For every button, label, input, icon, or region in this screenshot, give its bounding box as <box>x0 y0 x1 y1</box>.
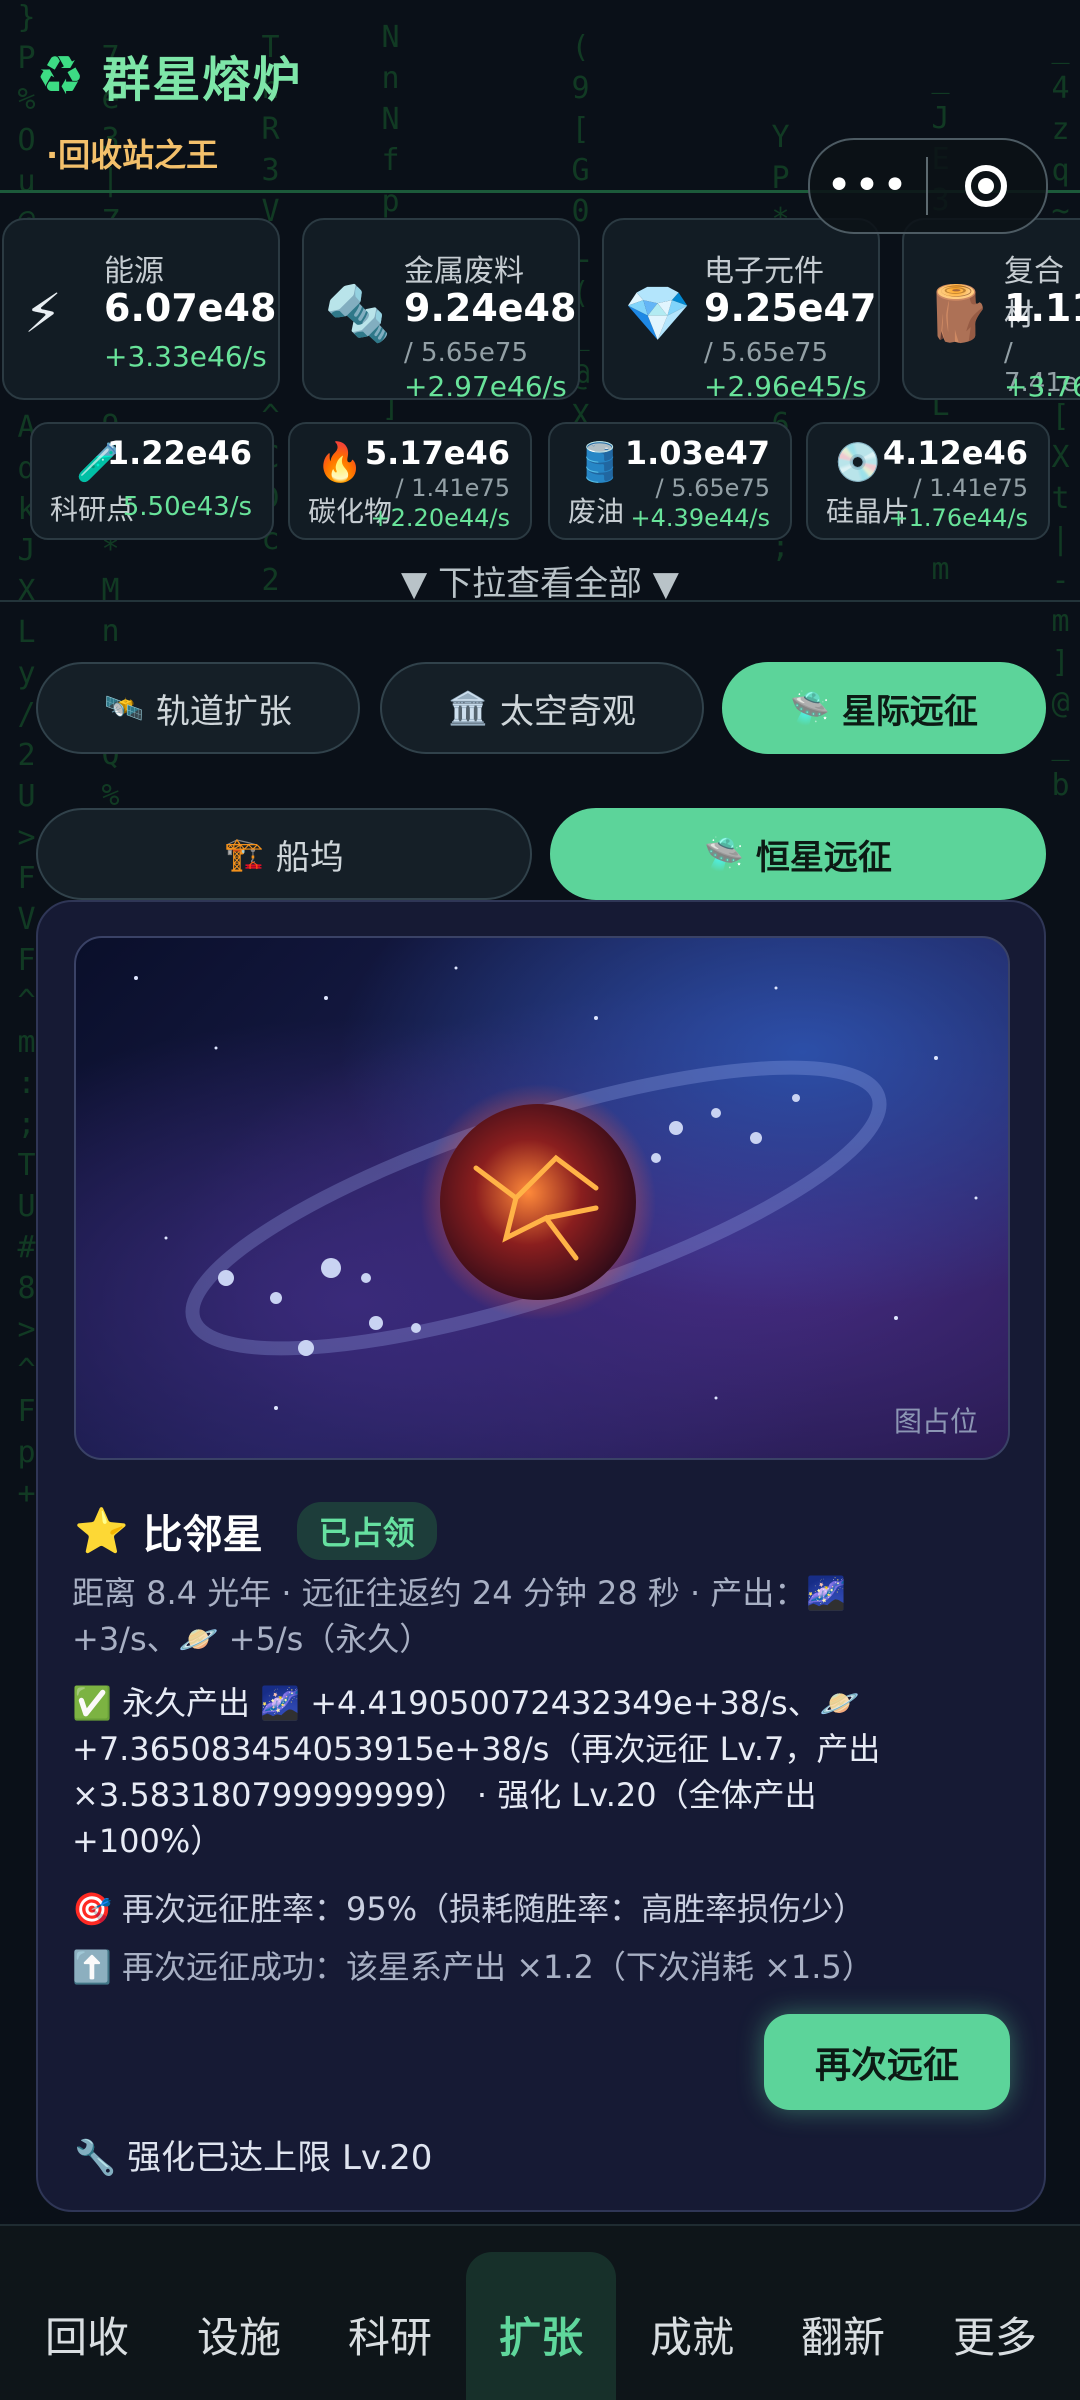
more-menu-button[interactable]: ••• <box>810 164 926 208</box>
star-info-line: +3/s、🪐 +5/s（永久） <box>72 1620 432 1658</box>
satellite-icon: 🛰️ <box>104 689 144 727</box>
star-title: ⭐ 比邻星 已占领 <box>74 1502 437 1560</box>
close-program-button[interactable] <box>928 165 1044 207</box>
classical-building-icon: 🏛️ <box>448 689 488 727</box>
resource-card-research[interactable]: 🧪 1.22e46 科研点 5.50e43/s <box>30 422 274 540</box>
resource-card-energy[interactable]: ⚡ 能源 6.07e48 +3.33e46/s <box>2 218 280 400</box>
resource-card-waste-oil[interactable]: 🛢️ 1.03e47 / 5.65e75 废油 +4.39e44/s <box>548 422 792 540</box>
tab-label: 恒星远征 <box>755 837 892 878</box>
nav-achievements[interactable]: 成就 <box>617 2274 767 2400</box>
recycle-icon: ♻ <box>36 43 85 107</box>
wood-log-icon: 🪵 <box>924 282 992 345</box>
resource-cap: / 5.65e75 <box>704 338 828 368</box>
tab-interstellar-expedition[interactable]: 🛸 星际远征 <box>722 662 1046 754</box>
resource-rate: +2.96e45/s <box>704 370 867 403</box>
tab-label: 轨道扩张 <box>155 691 292 732</box>
resource-rate: +2.97e46/s <box>404 370 567 403</box>
resource-card-metal[interactable]: 🔩 金属废料 9.24e48 / 5.65e75 +2.97e46/s <box>302 218 580 403</box>
lightning-icon: ⚡ <box>24 282 62 345</box>
bottom-nav: 回收 设施 科研 扩张 成就 翻新 更多 <box>0 2224 1080 2400</box>
resource-label: 能源 <box>104 254 164 289</box>
expedition-again-button[interactable]: 再次远征 <box>764 2014 1010 2110</box>
target-icon <box>965 165 1007 207</box>
success-bonus-line: ⬆️ 再次远征成功：该星系产出 ×1.2（下次消耗 ×1.5） <box>72 1948 874 1986</box>
ufo-icon: 🛸 <box>790 689 830 727</box>
tab-stellar-expedition[interactable]: 🛸 恒星远征 <box>550 808 1046 900</box>
app-title: ♻ 群星熔炉 <box>36 40 302 110</box>
star-icon: ⭐ <box>74 1506 129 1557</box>
construction-crane-icon: 🏗️ <box>224 835 264 873</box>
resource-value: 6.07e48 <box>104 286 277 330</box>
star-name: 比邻星 <box>142 1512 263 1558</box>
pull-down-hint[interactable]: ▼ 下拉查看全部 ▼ <box>0 556 1080 605</box>
tab-space-wonders[interactable]: 🏛️ 太空奇观 <box>380 662 704 754</box>
image-placeholder-label: 图占位 <box>893 1405 978 1438</box>
resource-cap: / 5.65e75 <box>655 474 770 502</box>
app-subtitle: ·回收站之王 <box>46 136 219 174</box>
resource-value: 1.22e46 <box>106 434 252 472</box>
resource-label: 科研点 <box>50 493 135 526</box>
mini-program-capsule: ••• <box>808 138 1048 234</box>
planet-image <box>134 966 978 1410</box>
resource-rate: +1.76e44/s <box>888 504 1028 532</box>
permanent-output-line: +100%） <box>72 1822 223 1860</box>
ufo-icon: 🛸 <box>704 835 744 873</box>
resource-card-electronics[interactable]: 💎 电子元件 9.25e47 / 5.65e75 +2.96e45/s <box>602 218 880 403</box>
bolt-icon: 🔩 <box>324 282 392 345</box>
win-rate-line: 🎯 再次远征胜率：95%（损耗随胜率：高胜率损伤少） <box>72 1890 866 1928</box>
permanent-output-line: +7.365083454053915e+38/s（再次远征 Lv.7，产出 <box>72 1730 881 1768</box>
resource-label: 废油 <box>568 495 625 528</box>
star-info-line: 距离 8.4 光年 · 远征往返约 24 分钟 28 秒 · 产出：🌌 <box>72 1574 847 1612</box>
resource-value: 1.03e47 <box>624 434 770 472</box>
tab-orbital-expansion[interactable]: 🛰️ 轨道扩张 <box>36 662 360 754</box>
nav-research[interactable]: 科研 <box>315 2274 465 2400</box>
nav-recycle[interactable]: 回收 <box>12 2274 162 2400</box>
resource-value: 5.17e46 <box>364 434 510 472</box>
gem-icon: 💎 <box>624 282 692 345</box>
star-illustration: 图占位 <box>74 936 1010 1460</box>
resource-value: 9.24e48 <box>404 286 577 330</box>
fire-icon: 🔥 <box>316 440 364 484</box>
tab-shipyard[interactable]: 🏗️ 船坞 <box>36 808 532 900</box>
resources-divider <box>0 600 1080 602</box>
resource-label: 金属废料 <box>404 254 524 289</box>
resource-label: 电子元件 <box>704 254 824 289</box>
resource-card-silicon-wafer[interactable]: 💿 4.12e46 / 1.41e75 硅晶片 +1.76e44/s <box>806 422 1050 540</box>
tab-label: 太空奇观 <box>499 691 636 732</box>
nav-more[interactable]: 更多 <box>920 2274 1070 2400</box>
resource-cap: / 1.41e75 <box>913 474 1028 502</box>
resource-cap: / 5.65e75 <box>404 338 528 368</box>
tab-label: 星际远征 <box>841 691 978 732</box>
resource-card-carbide[interactable]: 🔥 5.17e46 / 1.41e75 碳化物 +2.20e44/s <box>288 422 532 540</box>
nav-facilities[interactable]: 设施 <box>164 2274 314 2400</box>
resource-value: 4.12e46 <box>882 434 1028 472</box>
upgrade-maxed-label: 🔧 强化已达上限 Lv.20 <box>74 2138 433 2178</box>
disc-icon: 💿 <box>834 440 882 484</box>
resource-rate: +2.20e44/s <box>370 504 510 532</box>
resource-rate: +3.76 <box>1004 370 1080 400</box>
resource-rate: +4.39e44/s <box>630 504 770 532</box>
nav-expansion[interactable]: 扩张 <box>466 2252 616 2400</box>
nav-renovate[interactable]: 翻新 <box>768 2274 918 2400</box>
resource-value: 1.11 <box>1004 286 1080 330</box>
resource-rate: 5.50e43/s <box>122 492 252 522</box>
status-badge: 已占领 <box>296 1502 437 1560</box>
resource-card-composite[interactable]: 🪵 复合材 1.11 / 7.41e +3.76 <box>902 218 1080 400</box>
app-name: 群星熔炉 <box>102 52 303 108</box>
tab-label: 船坞 <box>275 837 344 878</box>
resource-rate: +3.33e46/s <box>104 340 267 373</box>
oil-barrel-icon: 🛢️ <box>576 440 624 484</box>
permanent-output-line: ×3.583180799999999） · 强化 Lv.20（全体产出 <box>72 1776 817 1814</box>
resource-value: 9.25e47 <box>704 286 877 330</box>
permanent-output-line: ✅ 永久产出 🌌 +4.419050072432349e+38/s、🪐 <box>72 1684 860 1722</box>
resource-cap: / 1.41e75 <box>395 474 510 502</box>
